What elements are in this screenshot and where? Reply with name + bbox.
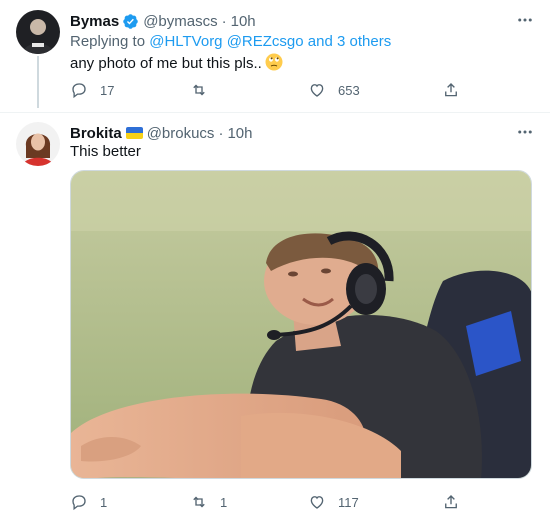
ukraine-flag-icon	[125, 127, 143, 139]
retweet-count: 1	[220, 494, 228, 510]
reply-count: 1	[100, 494, 108, 510]
separator-dot: ·	[218, 124, 224, 142]
face-with-rolling-eyes-emoji	[265, 53, 283, 71]
share-button[interactable]	[442, 80, 460, 100]
display-name[interactable]: Brokita	[70, 125, 122, 142]
tweet-bymas[interactable]: Bymas @bymascs · 10h Replying to @HLTVor…	[0, 0, 550, 113]
reply-count: 17	[100, 82, 115, 98]
like-count: 117	[338, 494, 359, 510]
display-name[interactable]: Bymas	[70, 13, 119, 30]
like-icon	[310, 84, 324, 97]
tweet-brokita[interactable]: Brokita @brokucs · 10h This better 1 1 1…	[0, 112, 550, 529]
tweet-text: any photo of me but this pls..	[70, 53, 283, 72]
reply-icon	[72, 83, 86, 99]
share-icon	[445, 83, 457, 97]
share-button[interactable]	[442, 492, 460, 512]
like-button[interactable]: 653	[308, 80, 360, 100]
retweet-icon	[193, 496, 205, 508]
reply-button[interactable]: 1	[70, 492, 107, 512]
timestamp[interactable]: 10h	[231, 13, 256, 30]
replying-prefix: Replying to	[70, 33, 150, 50]
avatar-brokita[interactable]	[16, 122, 60, 166]
more-icon[interactable]	[516, 123, 534, 141]
reply-icon	[72, 495, 86, 511]
more-icon[interactable]	[516, 11, 534, 29]
tweet-photo[interactable]	[70, 170, 532, 479]
separator-dot: ·	[221, 12, 227, 30]
retweet-icon	[193, 84, 205, 96]
mention-hltvorg[interactable]: @HLTVorg	[149, 33, 222, 50]
like-count: 653	[338, 82, 360, 98]
tweet-header: Brokita @brokucs · 10h	[70, 123, 534, 143]
avatar-bymas[interactable]	[16, 10, 60, 54]
handle[interactable]: @bymascs	[143, 13, 217, 30]
handle[interactable]: @brokucs	[147, 125, 215, 142]
verified-badge-icon	[122, 13, 139, 30]
tweet-header: Bymas @bymascs · 10h	[70, 11, 534, 31]
reply-button[interactable]: 17	[70, 80, 114, 100]
share-icon	[445, 495, 457, 509]
like-icon	[310, 496, 324, 509]
tweet-text: This better	[70, 143, 141, 160]
photo-image	[71, 171, 531, 478]
replying-to: Replying to @HLTVorg @REZcsgo and 3 othe…	[70, 33, 391, 50]
mention-rezcsgo[interactable]: @REZcsgo	[227, 33, 304, 50]
retweet-button[interactable]: 1	[190, 492, 227, 512]
mention-others[interactable]: and 3 others	[308, 33, 391, 50]
like-button[interactable]: 117	[308, 492, 359, 512]
thread-line	[37, 56, 39, 108]
retweet-button[interactable]	[190, 80, 220, 100]
timestamp[interactable]: 10h	[227, 125, 252, 142]
tweet-text-content: any photo of me but this pls..	[70, 55, 262, 72]
